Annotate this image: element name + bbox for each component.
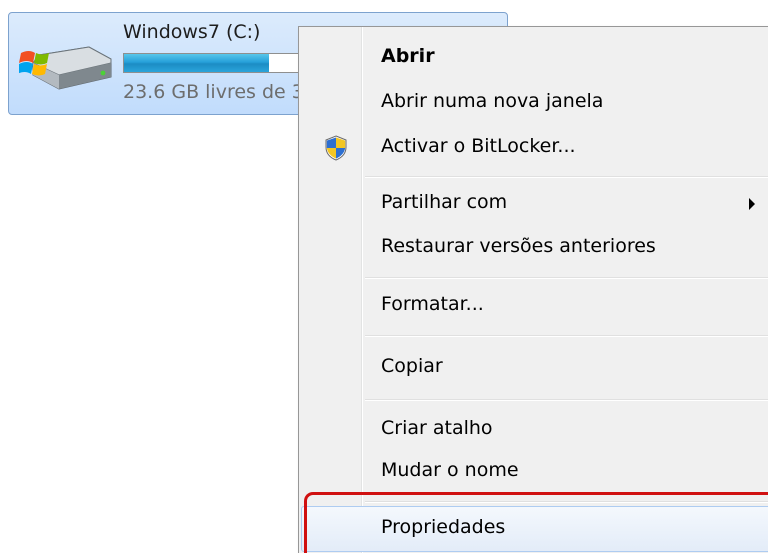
menu-item-label: Mudar o nome — [381, 459, 519, 481]
menu-item-label: Activar o BitLocker... — [381, 135, 576, 157]
menu-separator — [365, 335, 768, 337]
menu-item-create-shortcut[interactable]: Criar atalho — [301, 407, 768, 453]
menu-separator — [365, 176, 768, 178]
menu-item-label: Abrir — [381, 45, 435, 67]
drive-usage-fill — [124, 54, 269, 72]
drive-free-space: 23.6 GB livres de 3 — [123, 81, 304, 103]
menu-item-label: Formatar... — [381, 293, 484, 315]
drive-name: Windows7 (C:) — [123, 21, 261, 43]
menu-item-label: Copiar — [381, 355, 443, 377]
drive-usage-bar — [123, 53, 323, 73]
menu-item-open-new-window[interactable]: Abrir numa nova janela — [301, 80, 768, 126]
menu-item-share-with[interactable]: Partilhar com — [301, 181, 768, 227]
menu-item-rename[interactable]: Mudar o nome — [301, 449, 768, 495]
menu-item-restore-previous-versions[interactable]: Restaurar versões anteriores — [301, 225, 768, 271]
menu-separator — [365, 501, 768, 503]
menu-item-label: Abrir numa nova janela — [381, 90, 604, 112]
explorer-view: Windows7 (C:) 23.6 GB livres de 3 Abrir … — [0, 0, 768, 553]
menu-separator — [365, 399, 768, 401]
menu-item-label: Partilhar com — [381, 191, 508, 213]
menu-item-bitlocker[interactable]: Activar o BitLocker... — [301, 125, 768, 171]
submenu-arrow-icon — [749, 198, 755, 210]
menu-separator — [365, 277, 768, 279]
menu-item-properties[interactable]: Propriedades — [301, 506, 768, 552]
hard-drive-icon — [19, 46, 112, 90]
menu-item-label: Restaurar versões anteriores — [381, 235, 656, 257]
menu-item-label: Propriedades — [381, 516, 506, 538]
menu-item-label: Criar atalho — [381, 417, 493, 439]
menu-item-format[interactable]: Formatar... — [301, 283, 768, 329]
menu-item-open[interactable]: Abrir — [301, 35, 768, 81]
uac-shield-icon — [325, 135, 347, 161]
menu-item-copy[interactable]: Copiar — [301, 345, 768, 391]
context-menu: Abrir Abrir numa nova janela Activar o B… — [298, 26, 768, 553]
